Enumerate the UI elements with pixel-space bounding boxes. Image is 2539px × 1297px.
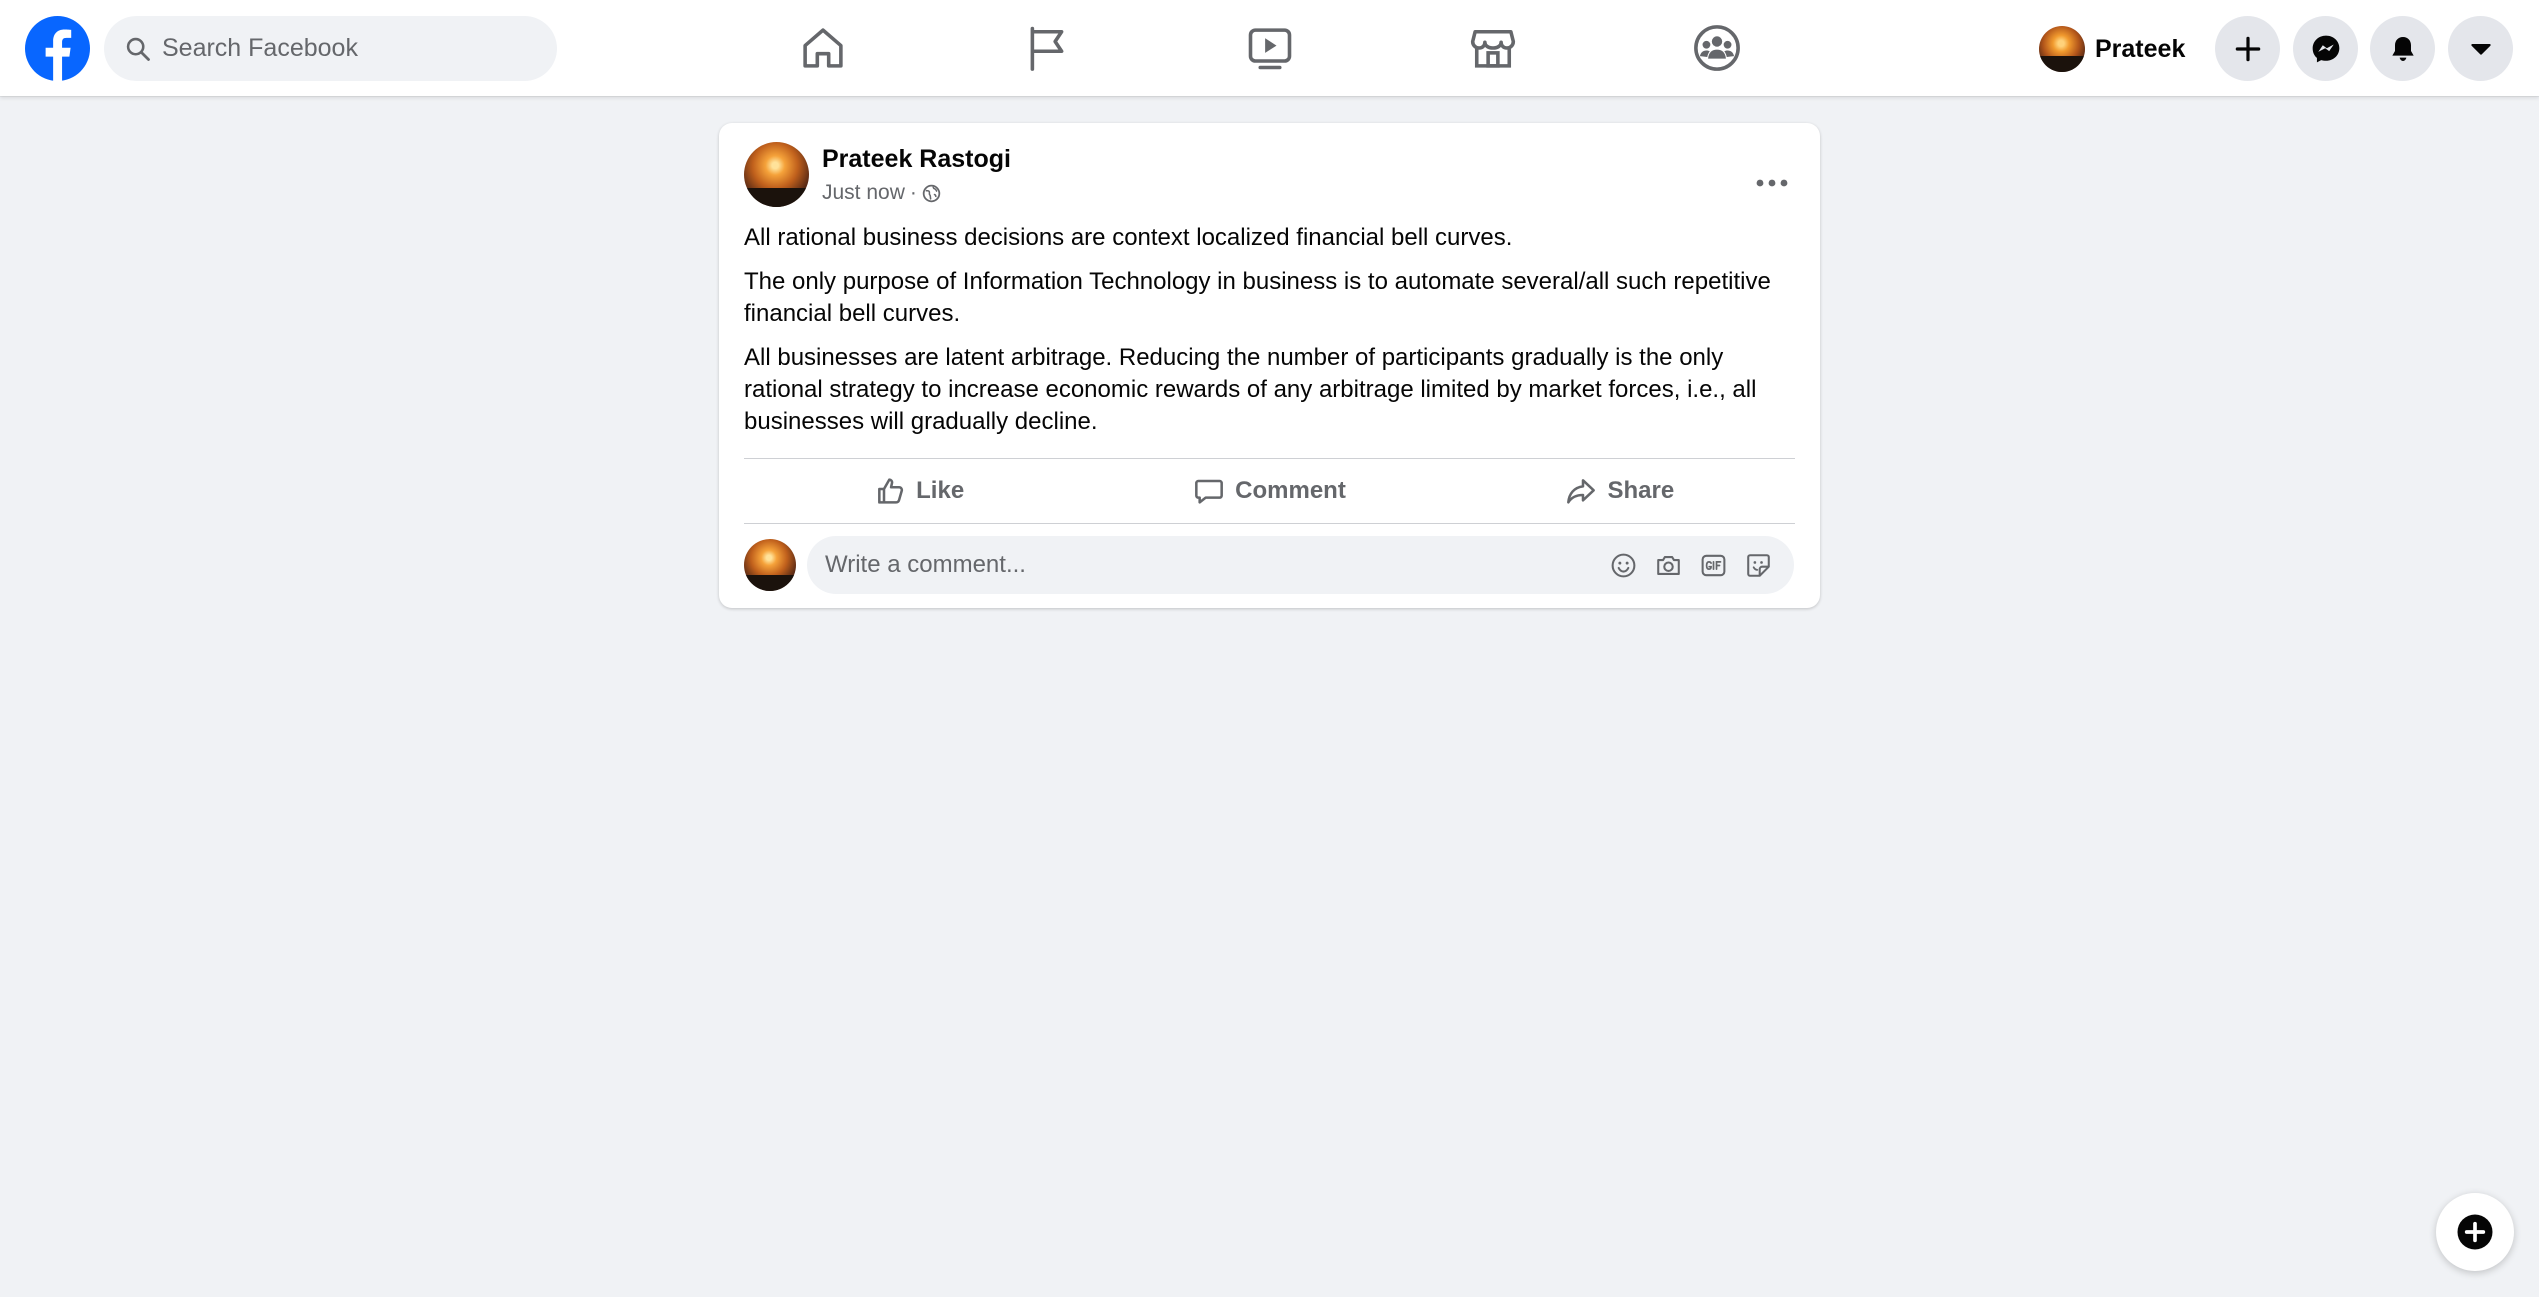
post-paragraph: All rational business decisions are cont… [744, 224, 1513, 251]
thumbs-up-icon [878, 477, 904, 504]
notifications-bell-icon [2391, 36, 2414, 61]
profile-name: Prateek [2095, 34, 2186, 63]
new-message-icon [2457, 1214, 2493, 1250]
marketplace-store-icon[interactable] [1467, 22, 1519, 74]
account-menu-button[interactable] [2448, 16, 2513, 81]
post-card: Prateek Rastogi Just now · All rational … [719, 123, 1820, 608]
messenger-icon [2312, 35, 2339, 62]
post-body: All rational business decisions are cont… [744, 222, 1804, 450]
meta-separator: · [909, 181, 917, 204]
create-button[interactable] [2215, 16, 2280, 81]
share-arrow-icon [1567, 478, 1596, 504]
comment-button[interactable]: Comment [1094, 459, 1444, 522]
search-bar[interactable]: Search Facebook [104, 16, 557, 81]
groups-icon[interactable] [1691, 22, 1743, 74]
share-label: Share [1607, 476, 1675, 504]
profile-shortcut[interactable]: Prateek [2039, 20, 2185, 78]
pages-flag-icon[interactable] [1021, 22, 1073, 74]
post-actions: Like Comment Share [744, 459, 1795, 522]
sticker-icon[interactable] [1744, 551, 1773, 580]
public-globe-icon[interactable] [922, 184, 941, 203]
emoji-icon[interactable] [1609, 551, 1638, 580]
comment-label: Comment [1235, 476, 1346, 504]
new-message-button[interactable] [2436, 1193, 2514, 1271]
home-icon[interactable] [797, 22, 849, 74]
actions-bottom-divider [744, 523, 1795, 524]
share-button[interactable]: Share [1445, 459, 1795, 522]
camera-icon[interactable] [1654, 551, 1683, 580]
post-author-name[interactable]: Prateek Rastogi [822, 145, 1011, 174]
comment-bubble-icon [1195, 479, 1224, 504]
post-options-button[interactable] [1744, 155, 1800, 211]
author-avatar[interactable] [744, 142, 809, 207]
post-meta: Just now · [822, 181, 941, 205]
avatar [2039, 26, 2085, 72]
commenter-avatar[interactable] [744, 539, 796, 591]
post-paragraph: The only purpose of Information Technolo… [744, 268, 1771, 327]
like-label: Like [916, 476, 965, 504]
account-menu-chevron-icon [2470, 43, 2491, 55]
watch-video-icon[interactable] [1244, 22, 1296, 74]
top-navigation-bar: Search Facebook Prateek [0, 0, 2539, 96]
comment-input[interactable]: Write a comment... [825, 536, 1026, 594]
facebook-logo-icon[interactable] [25, 16, 90, 81]
like-button[interactable]: Like [744, 459, 1094, 522]
comment-input-container[interactable]: Write a comment... [807, 536, 1794, 594]
create-plus-icon [2235, 36, 2260, 61]
post-timestamp[interactable]: Just now [822, 181, 905, 205]
more-options-icon [1756, 179, 1788, 187]
search-input[interactable]: Search Facebook [162, 16, 358, 81]
messenger-button[interactable] [2293, 16, 2358, 81]
search-icon [126, 37, 150, 61]
notifications-button[interactable] [2370, 16, 2435, 81]
gif-icon[interactable] [1699, 551, 1728, 580]
post-paragraph: All businesses are latent arbitrage. Red… [744, 344, 1757, 435]
